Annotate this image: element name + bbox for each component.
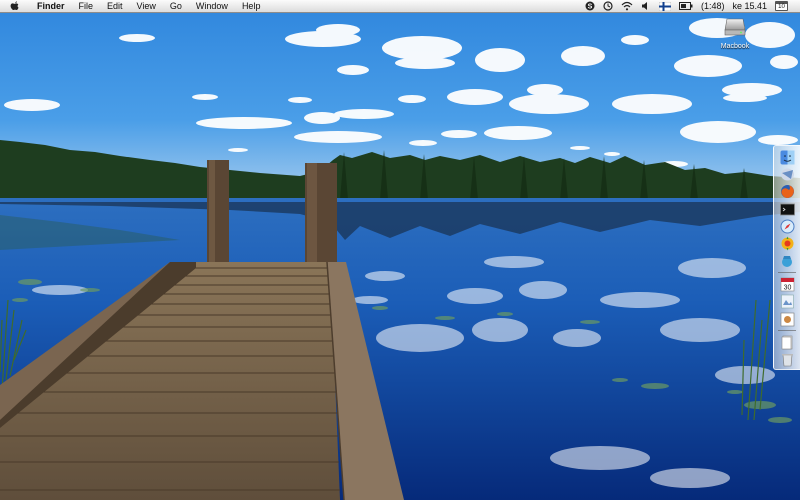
hard-drive-label: Macbook (720, 43, 750, 50)
menu-view[interactable]: View (130, 0, 163, 13)
menu-go[interactable]: Go (163, 0, 189, 13)
menu-window[interactable]: Window (189, 0, 235, 13)
battery-icon[interactable] (675, 0, 697, 13)
svg-text:30: 30 (783, 285, 791, 292)
desktop-wallpaper (0, 0, 800, 500)
skype-icon[interactable]: S (581, 0, 599, 13)
menu-help[interactable]: Help (235, 0, 268, 13)
firefox-icon[interactable] (779, 184, 796, 200)
svg-text:S: S (588, 4, 593, 11)
battery-time[interactable]: (1:48) (697, 0, 729, 13)
photo-icon[interactable] (779, 311, 796, 327)
hard-drive-desktop-icon[interactable]: Macbook (716, 17, 754, 50)
menu-app-name[interactable]: Finder (29, 0, 72, 13)
dock-separator (778, 272, 796, 274)
calendar-menu-extra[interactable]: 10 (771, 0, 800, 13)
document-icon[interactable] (779, 334, 796, 350)
time-machine-icon[interactable] (599, 0, 617, 13)
preview-icon[interactable] (779, 294, 796, 310)
clock[interactable]: ke 15.41 (728, 0, 771, 13)
flag-fi-icon[interactable] (655, 0, 675, 13)
menu-bar: Finder File Edit View Go Window Help S (… (0, 0, 800, 13)
trash-icon[interactable] (779, 352, 796, 368)
volume-icon[interactable] (637, 0, 655, 13)
safari-icon[interactable] (779, 218, 796, 234)
menu-file[interactable]: File (72, 0, 101, 13)
calendar-icon[interactable]: 30 (779, 276, 796, 292)
apple-menu-icon[interactable] (10, 0, 21, 12)
system-tool-icon[interactable] (779, 236, 796, 252)
dock-separator (778, 330, 796, 332)
hard-drive-icon (724, 18, 746, 36)
dock: 30 (773, 145, 800, 370)
calendar-day: 10 (775, 1, 788, 11)
finder-icon[interactable] (779, 149, 796, 165)
terminal-icon[interactable] (779, 201, 796, 217)
mail-icon[interactable] (779, 166, 796, 182)
wifi-icon[interactable] (617, 0, 637, 13)
spotlight-icon[interactable] (779, 253, 796, 269)
menu-edit[interactable]: Edit (100, 0, 130, 13)
